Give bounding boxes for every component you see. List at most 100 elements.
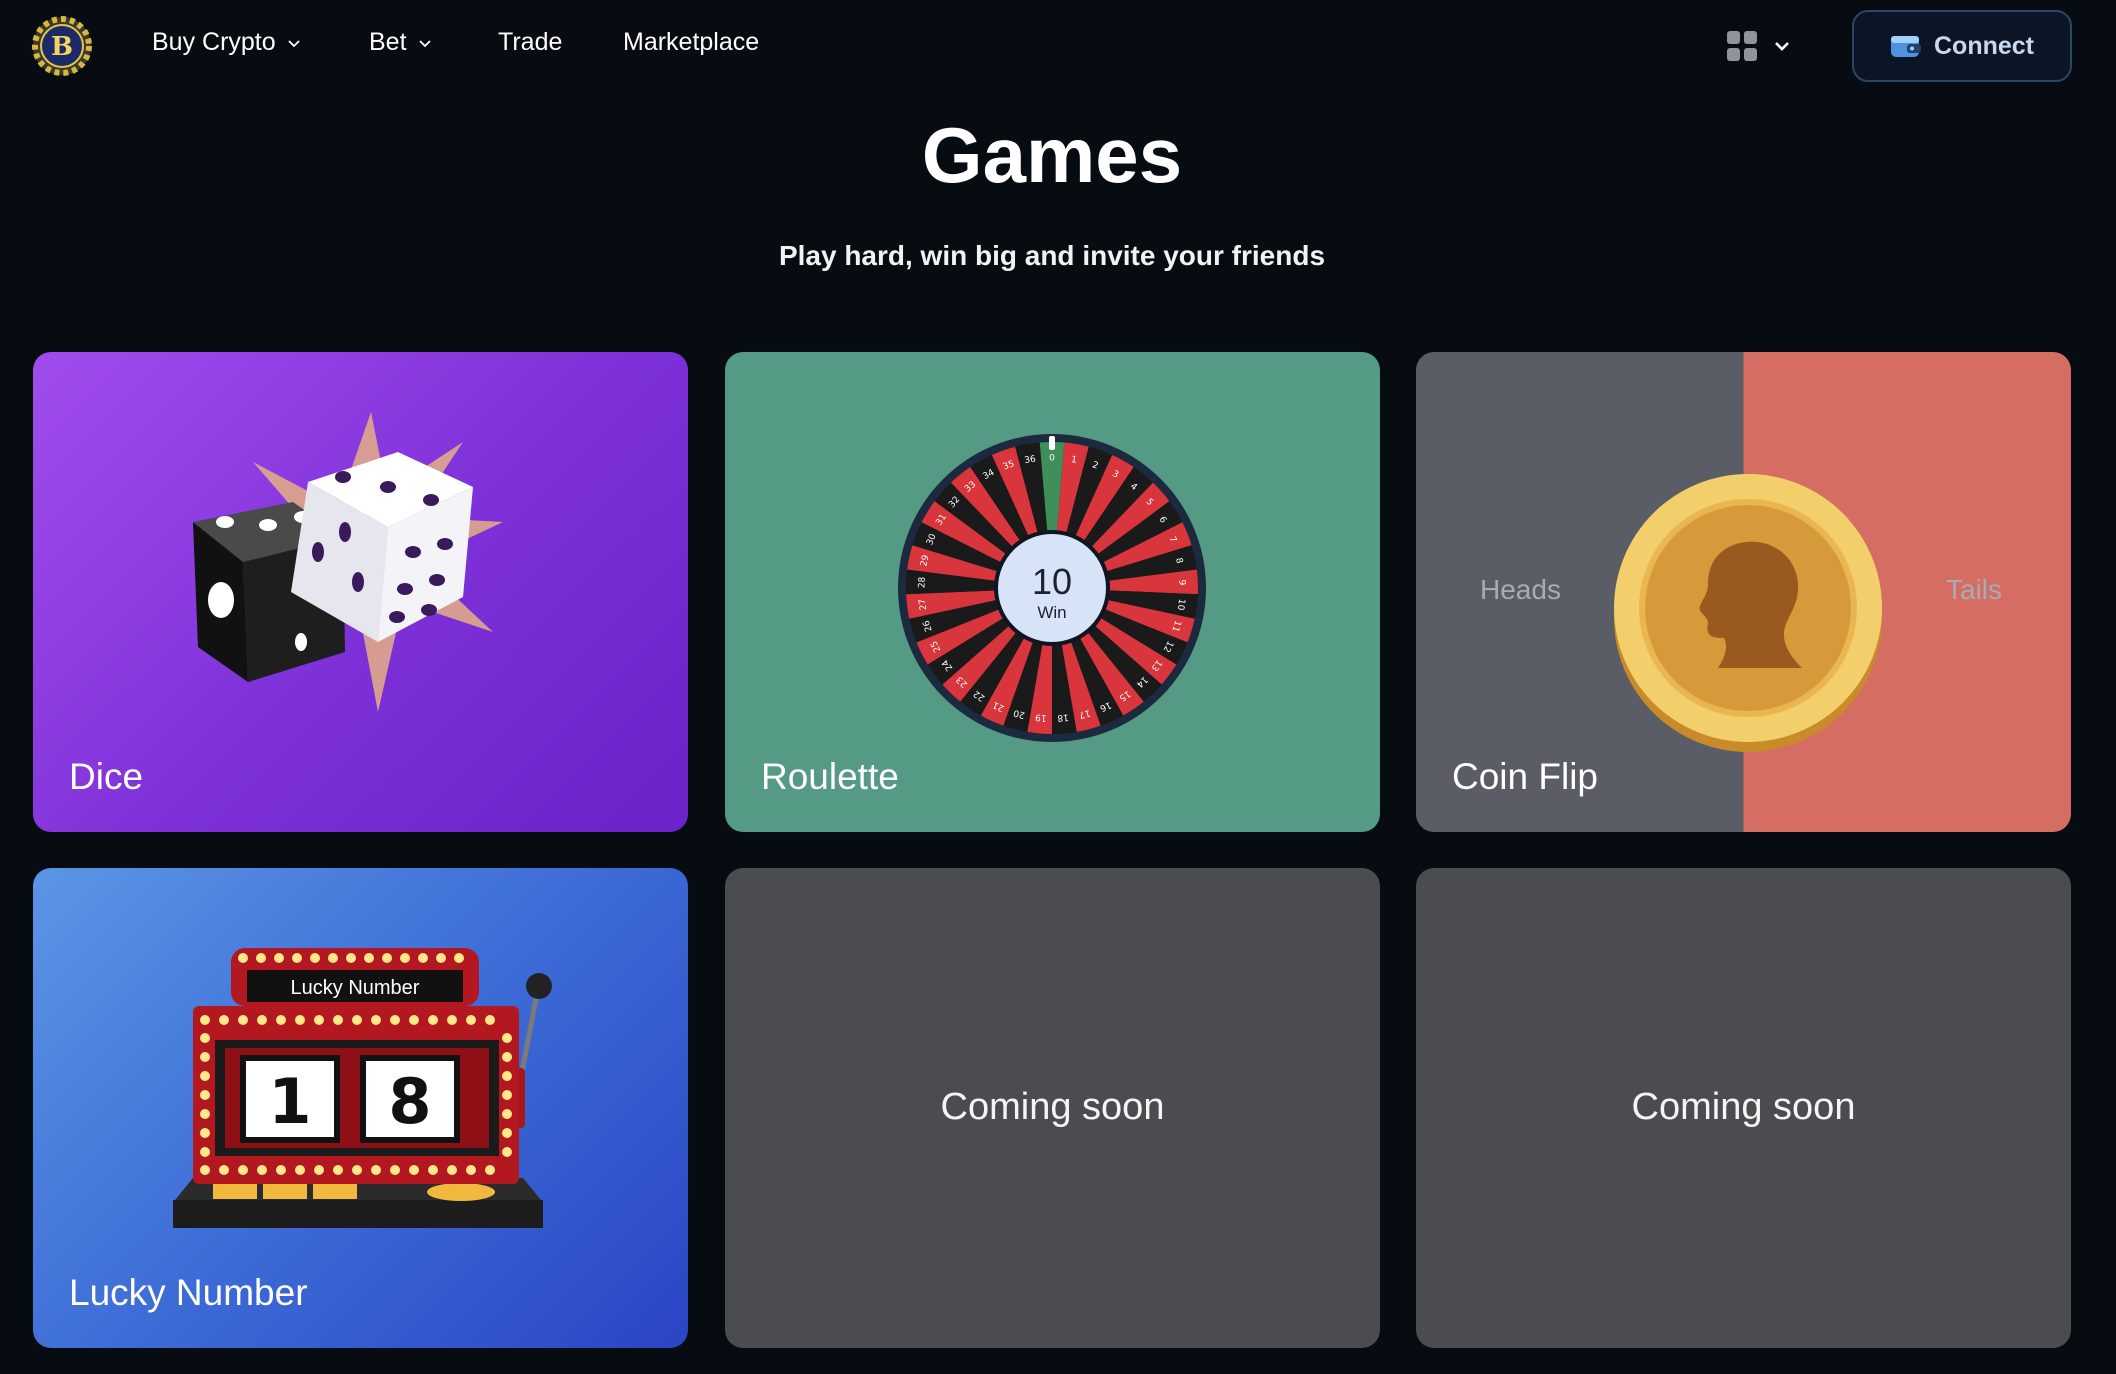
game-card-roulette[interactable]: 0 1 2 3 4 5 6 7 8 9 10 11 12 13 14 15 16 17 18 19 20 21 22 23 24…	[725, 352, 1380, 832]
roulette-number: 0	[1049, 454, 1055, 464]
bulb-light	[409, 1165, 419, 1175]
bulb-light	[447, 1015, 457, 1025]
bulb-light	[346, 953, 356, 963]
roulette-number: 9	[1176, 579, 1186, 585]
bulb-light	[502, 1147, 512, 1157]
bulb-light	[200, 1015, 210, 1025]
bulb-light	[257, 1015, 267, 1025]
bulb-light	[238, 1165, 248, 1175]
bulb-light	[364, 953, 374, 963]
bulb-light	[200, 1071, 210, 1081]
game-card-label: Roulette	[761, 756, 899, 797]
game-card-label: Lucky Number	[69, 1272, 308, 1313]
logo-coin-icon[interactable]: B	[32, 16, 92, 76]
roulette-number: 19	[1035, 712, 1048, 723]
bulb-light	[200, 1128, 210, 1138]
bulb-light	[238, 953, 248, 963]
bulb-light	[295, 1165, 305, 1175]
bulb-light	[200, 1109, 210, 1119]
bulb-light	[352, 1015, 362, 1025]
bulb-light	[428, 1015, 438, 1025]
bulb-light	[436, 953, 446, 963]
bulb-light	[200, 1033, 210, 1043]
chevron-down-icon	[288, 39, 300, 47]
game-card-coin-flip[interactable]: Heads Tails Coin Flip	[1416, 352, 2071, 832]
roulette-result: 10	[1032, 561, 1072, 602]
bulb-light	[256, 953, 266, 963]
bulb-light	[333, 1165, 343, 1175]
bulb-light	[485, 1015, 495, 1025]
tails-label: Tails	[1946, 574, 2003, 605]
nav-trade-label: Trade	[498, 28, 563, 56]
roulette-number: 10	[1175, 598, 1186, 611]
nav-buy-crypto[interactable]: Buy Crypto	[152, 28, 302, 57]
bulb-light	[328, 953, 338, 963]
bulb-light	[382, 953, 392, 963]
bulb-light	[274, 953, 284, 963]
bulb-light	[502, 1090, 512, 1100]
grid-icon	[1727, 31, 1757, 61]
bulb-light	[314, 1165, 324, 1175]
bulb-light	[485, 1165, 495, 1175]
game-card-label: Dice	[69, 756, 144, 797]
game-card-lucky-number[interactable]: Lucky Number 1 8 Lucky Number	[33, 868, 688, 1348]
bulb-light	[257, 1165, 267, 1175]
game-card-label: Coin Flip	[1452, 756, 1598, 797]
page-subtitle: Play hard, win big and invite your frien…	[778, 240, 1326, 271]
bulb-light	[352, 1165, 362, 1175]
nav-bet-label: Bet	[369, 28, 407, 56]
coin-icon	[1614, 474, 1882, 752]
coming-soon-card: Coming soon	[1416, 868, 2071, 1348]
bulb-light	[371, 1015, 381, 1025]
coming-soon-label: Coming soon	[940, 1086, 1165, 1128]
nav-bet[interactable]: Bet	[369, 28, 433, 57]
bulb-light	[418, 953, 428, 963]
bulb-light	[200, 1147, 210, 1157]
roulette-wheel-icon: 0 1 23456789101112131415161718192021222324…	[898, 434, 1206, 742]
slot-digit-1: 1	[268, 1065, 311, 1138]
bulb-light	[428, 1165, 438, 1175]
connect-wallet-button[interactable]: Connect	[1852, 10, 2072, 82]
bulb-light	[447, 1165, 457, 1175]
roulette-result-label: Win	[1037, 603, 1066, 622]
bulb-light	[502, 1109, 512, 1119]
bulb-light	[219, 1165, 229, 1175]
connect-label: Connect	[1934, 31, 2034, 60]
bulb-light	[390, 1015, 400, 1025]
top-nav: B Buy Crypto Bet Trade Marketplace Conne…	[0, 0, 2116, 92]
bulb-light	[238, 1015, 248, 1025]
bulb-light	[200, 1052, 210, 1062]
slot-machine-icon: Lucky Number 1 8	[173, 948, 552, 1228]
roulette-number: 28	[917, 576, 927, 588]
chevron-down-icon	[1775, 42, 1789, 51]
bulb-light	[409, 1015, 419, 1025]
roulette-number: 18	[1057, 712, 1070, 723]
chevron-down-icon	[418, 39, 431, 47]
roulette-number: 36	[1024, 454, 1037, 466]
game-card-dice[interactable]: Dice	[33, 352, 688, 832]
bulb-light	[502, 1128, 512, 1138]
logo-letter: B	[51, 32, 73, 62]
page-title: Games	[921, 111, 1183, 199]
bulb-light	[310, 953, 320, 963]
nav-marketplace[interactable]: Marketplace	[623, 28, 759, 57]
bulb-light	[200, 1165, 210, 1175]
apps-menu-button[interactable]	[1726, 30, 1792, 62]
nav-trade[interactable]: Trade	[498, 28, 562, 57]
bulb-light	[502, 1052, 512, 1062]
bulb-light	[200, 1090, 210, 1100]
bulb-light	[466, 1015, 476, 1025]
bulb-light	[502, 1071, 512, 1081]
nav-marketplace-label: Marketplace	[623, 28, 760, 56]
slot-sign-text: Lucky Number	[291, 977, 420, 999]
heads-label: Heads	[1480, 574, 1561, 605]
bulb-light	[454, 953, 464, 963]
bulb-light	[276, 1015, 286, 1025]
bulb-light	[276, 1165, 286, 1175]
wallet-icon	[1891, 36, 1921, 57]
bulb-light	[466, 1165, 476, 1175]
coming-soon-card: Coming soon	[725, 868, 1380, 1348]
coming-soon-label: Coming soon	[1631, 1086, 1856, 1128]
bulb-light	[333, 1015, 343, 1025]
nav-buy-crypto-label: Buy Crypto	[152, 28, 276, 56]
